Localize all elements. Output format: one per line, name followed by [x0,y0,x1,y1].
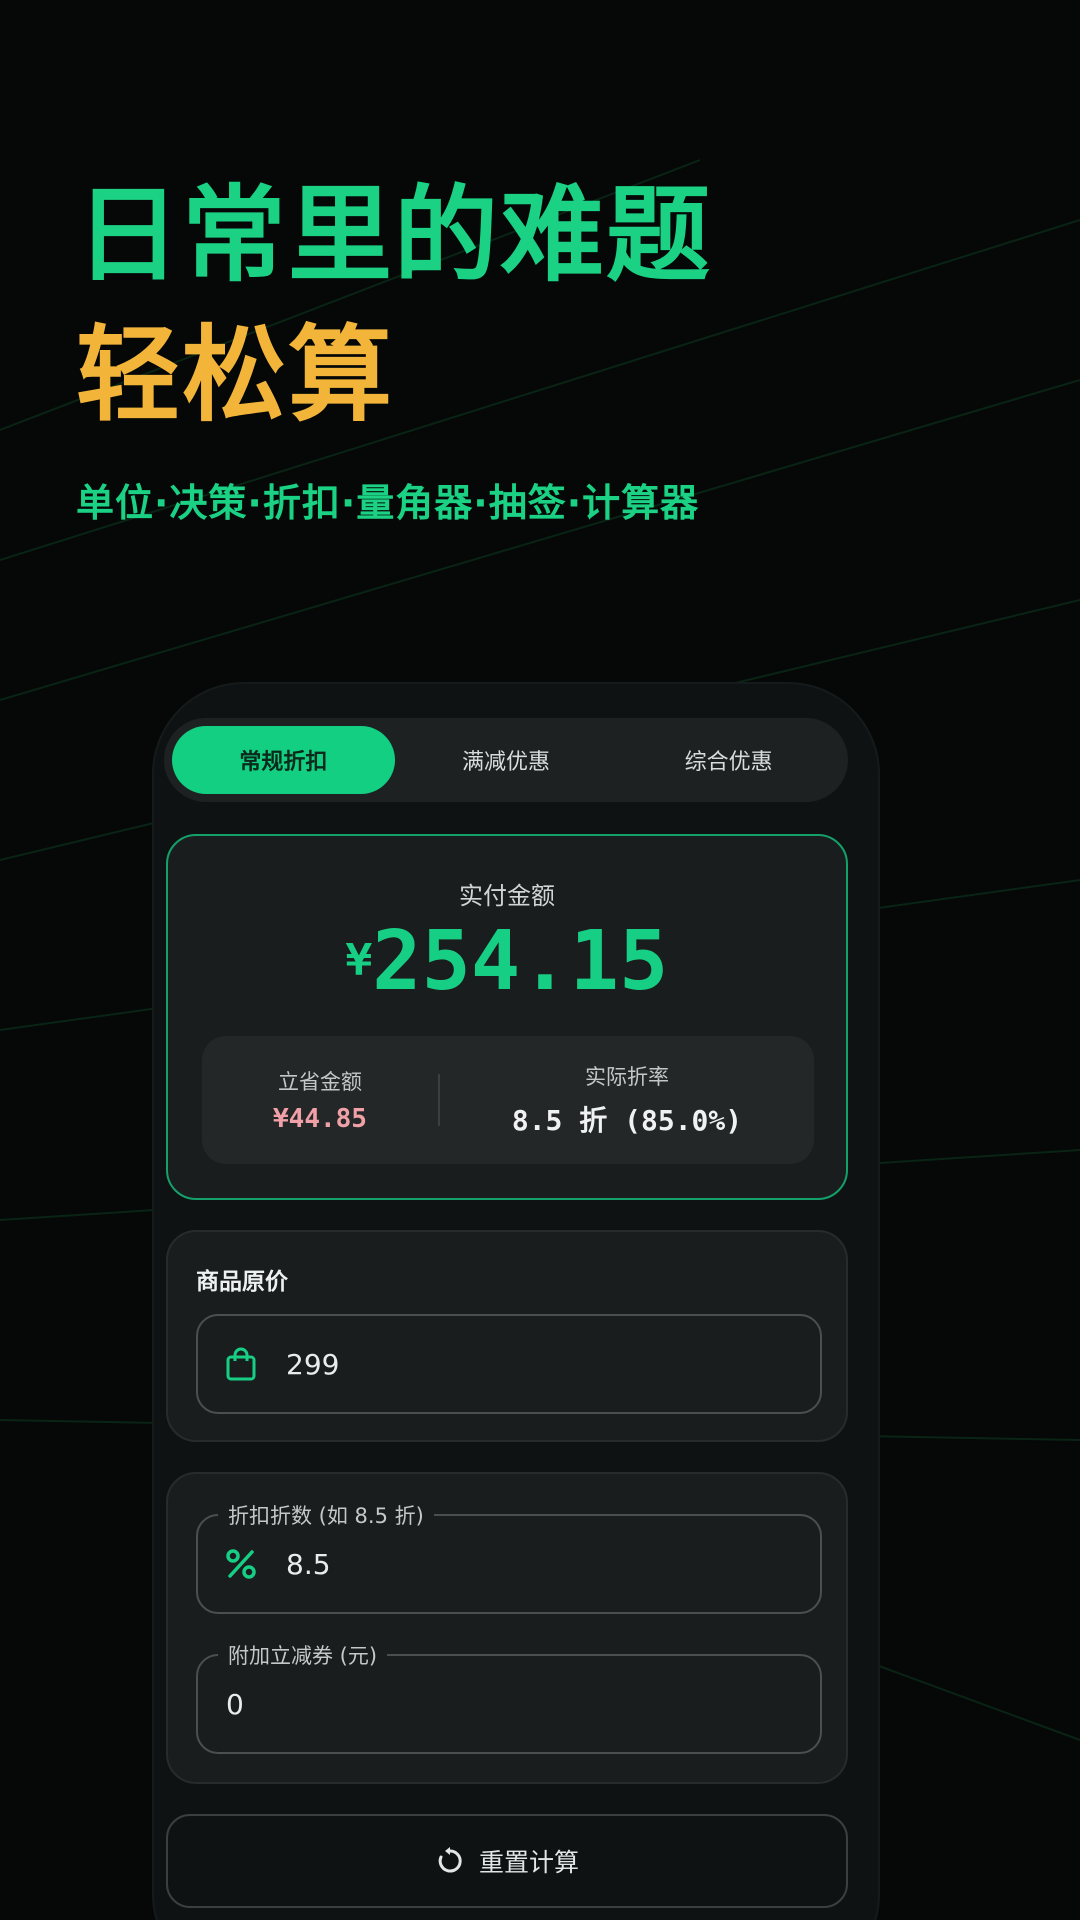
tab-regular-discount[interactable]: 常规折扣 [172,726,395,794]
reset-label: 重置计算 [478,1848,579,1877]
payable-value: 254.15 [372,914,669,1009]
coupon-value: 0 [226,1687,244,1721]
hero: 日常里的难题 轻松算 [76,170,712,440]
original-price-input[interactable]: 299 [196,1314,822,1414]
hero-title-highlight: 轻松算 [76,314,395,436]
discount-rate-field[interactable]: 折扣折数 (如 8.5 折) 8.5 [196,1500,822,1614]
rate-stat: 实际折率 8.5 折 (85.0%) [440,1036,814,1164]
original-price-card: 商品原价 299 [166,1230,848,1442]
coupon-legend: 附加立减券 (元) [218,1640,388,1670]
hero-title: 日常里的难题 [76,174,713,296]
saved-label: 立省金额 [278,1070,362,1094]
tab-bar: 常规折扣 满减优惠 综合优惠 [164,718,848,802]
discount-rate-value: 8.5 [286,1547,331,1581]
coupon-field[interactable]: 附加立减券 (元) 0 [196,1640,822,1754]
currency-symbol: ¥ [345,935,373,986]
saved-value: ¥44.85 [273,1104,367,1134]
discount-card: 折扣折数 (如 8.5 折) 8.5 附加立减券 (元) 0 [166,1472,848,1784]
tab-full-reduction[interactable]: 满减优惠 [395,726,618,794]
tab-combined-discount[interactable]: 综合优惠 [617,726,840,794]
discount-rate-legend: 折扣折数 (如 8.5 折) [218,1500,434,1530]
stats-panel: 立省金额 ¥44.85 实际折率 8.5 折 (85.0%) [202,1036,814,1164]
refresh-icon [435,1846,465,1876]
result-card: 实付金额 ¥254.15 立省金额 ¥44.85 实际折率 8.5 折 (85.… [166,834,848,1200]
original-price-value: 299 [286,1347,340,1381]
saved-stat: 立省金额 ¥44.85 [202,1036,438,1164]
rate-label: 实际折率 [585,1065,669,1089]
payable-amount: ¥254.15 [168,914,846,1009]
percent-icon [224,1547,258,1581]
original-price-title: 商品原价 [196,1269,288,1295]
rate-value: 8.5 折 (85.0%) [511,1104,743,1137]
payable-label: 实付金额 [459,882,555,910]
phone-frame: 常规折扣 满减优惠 综合优惠 实付金额 ¥254.15 立省金额 ¥44.85 … [154,684,878,1920]
shopping-bag-icon [224,1347,258,1381]
reset-button[interactable]: 重置计算 [166,1814,848,1908]
hero-subtitle: 单位·决策·折扣·量角器·抽签·计算器 [76,481,700,525]
